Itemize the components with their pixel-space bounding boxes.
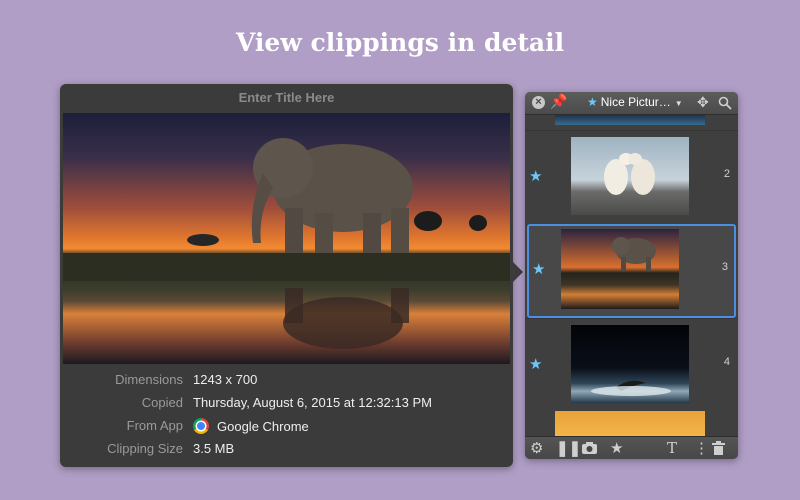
meta-row-dimensions: Dimensions 1243 x 700: [60, 372, 513, 394]
meta-value: 3.5 MB: [193, 441, 235, 456]
move-icon[interactable]: ✥: [697, 94, 709, 111]
gear-icon[interactable]: ⚙: [530, 439, 543, 457]
list-item[interactable]: ★ 4: [525, 318, 738, 409]
star-icon[interactable]: ★: [529, 355, 542, 373]
page-headline: View clippings in detail: [235, 28, 565, 57]
list-header: × 📌 ★ Nice Pictur… ▼ ✥: [525, 92, 738, 115]
clip-thumbnail: [571, 137, 689, 215]
meta-value-app: Google Chrome: [193, 418, 309, 434]
meta-row-size: Clipping Size 3.5 MB: [60, 441, 513, 463]
clippings-list-panel: × 📌 ★ Nice Pictur… ▼ ✥ ★ 2 ★ 3 ★ 4 ⚙ ❚❚ …: [525, 92, 738, 459]
meta-value: 1243 x 700: [193, 372, 258, 387]
clip-thumbnail: [571, 325, 689, 403]
clip-thumbnail-partial[interactable]: [555, 411, 705, 436]
pin-icon[interactable]: 📌: [550, 93, 567, 110]
clipping-detail-panel: Enter Title Here Dimensions 1243 x 700 C…: [60, 84, 513, 467]
meta-row-copied: Copied Thursday, August 6, 2015 at 12:32…: [60, 395, 513, 417]
title-field[interactable]: Enter Title Here: [60, 90, 513, 105]
close-icon[interactable]: ×: [532, 96, 545, 109]
star-settings-icon[interactable]: ★: [610, 439, 623, 457]
list-footer-toolbar: ⚙ ❚❚ ★ T ⋮: [525, 436, 738, 459]
search-icon[interactable]: [718, 96, 732, 110]
clippings-list: ★ 2 ★ 3 ★ 4: [525, 115, 738, 436]
pause-icon[interactable]: ❚❚: [556, 439, 581, 457]
item-index: 3: [721, 261, 728, 273]
more-icon[interactable]: ⋮: [694, 439, 709, 457]
chevron-down-icon: ▼: [674, 99, 683, 108]
text-icon[interactable]: T: [667, 439, 677, 457]
folder-selector[interactable]: ★ Nice Pictur… ▼: [587, 95, 683, 109]
meta-row-from-app: From App Google Chrome: [60, 418, 513, 440]
meta-value: Thursday, August 6, 2015 at 12:32:13 PM: [193, 395, 432, 410]
meta-label: Clipping Size: [107, 441, 183, 456]
chrome-icon: [193, 418, 209, 434]
meta-label: From App: [126, 418, 183, 433]
clipping-preview-image: [63, 113, 510, 364]
clip-thumbnail: [561, 229, 679, 309]
popover-arrow: [513, 262, 523, 282]
clip-thumbnail-partial[interactable]: [555, 115, 705, 125]
meta-label: Copied: [141, 395, 183, 410]
list-item[interactable]: ★ 2: [525, 130, 738, 221]
star-icon[interactable]: ★: [529, 167, 542, 185]
trash-icon[interactable]: [712, 441, 725, 455]
star-icon[interactable]: ★: [532, 260, 545, 278]
star-icon: ★: [587, 95, 598, 109]
app-name: Google Chrome: [217, 419, 309, 434]
meta-label: Dimensions: [115, 372, 183, 387]
camera-icon[interactable]: [581, 441, 598, 455]
folder-name: Nice Pictur…: [600, 95, 671, 109]
item-index: 2: [723, 168, 730, 180]
list-item-selected[interactable]: ★ 3: [527, 224, 736, 318]
item-index: 4: [723, 356, 730, 368]
